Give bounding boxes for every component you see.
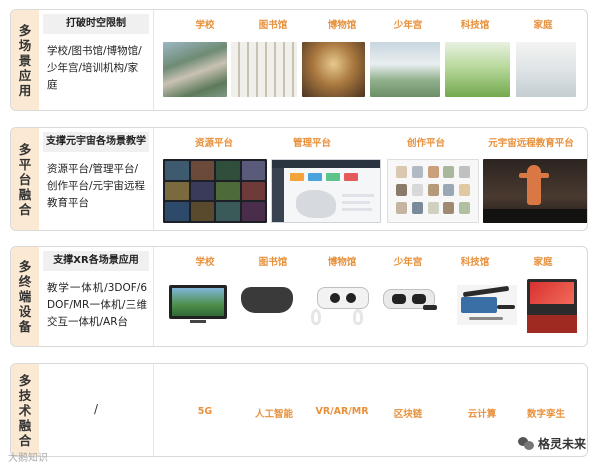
tv-stand xyxy=(190,320,206,323)
label-home: 家庭 xyxy=(533,20,553,31)
label-creation-platform: 创作平台 xyxy=(406,138,445,149)
teaching-all-in-one-device xyxy=(169,285,227,319)
label-resource-platform: 资源平台 xyxy=(194,138,233,149)
controller-right xyxy=(353,309,363,325)
home-photo xyxy=(516,42,576,97)
section-multi-technology: 多技术融合 / 5G 人工智能 VR/AR/MR 区块链 云计算 数字孪生 xyxy=(10,363,588,457)
left-column: 支撑XR各场景应用 教学一体机/3DOF/6DOF/MR一体机/三维交互一体机/… xyxy=(39,247,154,346)
3d-interactive-device xyxy=(457,285,517,325)
watermark-right: 格灵未来 xyxy=(517,435,586,452)
label-school: 学校 xyxy=(195,257,215,268)
vr-headset-3dof xyxy=(241,287,293,313)
creation-platform-screenshot xyxy=(387,159,479,223)
label-museum: 博物馆 xyxy=(327,257,357,268)
mr-controller xyxy=(423,305,437,310)
label-library: 图书馆 xyxy=(258,257,288,268)
section-description: 教学一体机/3DOF/6DOF/MR一体机/三维交互一体机/AR台 xyxy=(47,282,147,328)
left-column: 打破时空限制 学校/图书馆/博物馆/少年宫/培训机构/家庭 xyxy=(39,10,154,110)
left-column: / xyxy=(39,364,154,456)
section-multi-scenario: 多场景应用 打破时空限制 学校/图书馆/博物馆/少年宫/培训机构/家庭 学校 图… xyxy=(10,9,588,111)
section-header: 支撑元宇宙各场景教学 xyxy=(43,132,149,152)
label-school: 学校 xyxy=(195,20,215,31)
metaverse-remote-platform-screenshot xyxy=(483,159,587,223)
label-management-platform: 管理平台 xyxy=(292,138,331,149)
management-platform-screenshot xyxy=(271,159,381,223)
museum-photo xyxy=(302,42,365,97)
label-cloud-computing: 云计算 xyxy=(467,409,497,420)
youth-palace-photo xyxy=(370,42,440,97)
section-description: 资源平台/管理平台/创作平台/元宇宙远程教育平台 xyxy=(47,163,146,209)
label-youth-palace: 少年宫 xyxy=(393,20,423,31)
label-youth-palace: 少年宫 xyxy=(393,257,423,268)
watermark-right-text: 格灵未来 xyxy=(537,437,586,451)
side-title: 多平台融合 xyxy=(11,128,39,230)
section-multi-platform: 多平台融合 支撑元宇宙各场景教学 资源平台/管理平台/创作平台/元宇宙远程教育平… xyxy=(10,127,588,231)
library-photo xyxy=(231,42,297,97)
label-library: 图书馆 xyxy=(258,20,288,31)
section-multi-terminal: 多终端设备 支撑XR各场景应用 教学一体机/3DOF/6DOF/MR一体机/三维… xyxy=(10,246,588,347)
school-photo xyxy=(163,42,227,97)
side-title: 多场景应用 xyxy=(11,10,39,110)
section-header: 支撑XR各场景应用 xyxy=(43,251,149,271)
ar-table xyxy=(527,279,577,333)
vr-headset-6dof xyxy=(317,287,369,309)
section-header: 打破时空限制 xyxy=(43,14,149,34)
section-description: 学校/图书馆/博物馆/少年宫/培训机构/家庭 xyxy=(47,45,142,91)
resource-platform-screenshot xyxy=(163,159,267,223)
wechat-icon xyxy=(517,437,534,450)
label-ai: 人工智能 xyxy=(254,409,293,420)
label-blockchain: 区块链 xyxy=(393,409,423,420)
side-title: 多终端设备 xyxy=(11,247,39,346)
label-metaverse-remote-platform: 元宇宙远程教育平台 xyxy=(488,138,574,149)
label-digital-twin: 数字孪生 xyxy=(526,409,565,420)
watermark-left: 大鹅知识 xyxy=(8,449,48,464)
label-home: 家庭 xyxy=(533,257,553,268)
label-science-museum: 科技馆 xyxy=(460,257,490,268)
label-vr-ar-mr: VR/AR/MR xyxy=(315,406,369,417)
label-5g: 5G xyxy=(197,406,213,417)
side-title: 多技术融合 xyxy=(11,364,39,456)
controller-left xyxy=(311,309,321,325)
left-column: 支撑元宇宙各场景教学 资源平台/管理平台/创作平台/元宇宙远程教育平台 xyxy=(39,128,154,230)
science-museum-photo xyxy=(445,42,510,97)
section-description: / xyxy=(93,402,99,416)
label-science-museum: 科技馆 xyxy=(460,20,490,31)
watermark-left-text: 大鹅知识 xyxy=(8,453,48,464)
label-museum: 博物馆 xyxy=(327,20,357,31)
